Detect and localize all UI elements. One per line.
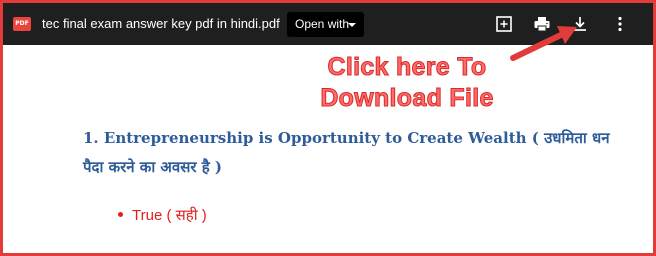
open-with-button[interactable]: Open with bbox=[287, 12, 364, 37]
pointer-arrow-icon bbox=[510, 26, 577, 61]
download-hint-line1: Click here To bbox=[327, 53, 487, 82]
answer-text: True ( सही ) bbox=[132, 207, 207, 224]
open-with-label: Open with bbox=[295, 17, 350, 31]
answer-item: True ( सही ) bbox=[118, 206, 207, 226]
chevron-down-icon bbox=[348, 23, 356, 27]
pdf-file-icon: PDF bbox=[13, 17, 31, 31]
question-text: 1. Entrepreneurship is Opportunity to Cr… bbox=[83, 129, 610, 176]
more-vert-icon[interactable] bbox=[611, 15, 629, 33]
bullet-icon bbox=[118, 211, 123, 217]
file-title: tec final exam answer key pdf in hindi.p… bbox=[42, 16, 280, 31]
download-hint-line2: Download File bbox=[320, 84, 494, 113]
